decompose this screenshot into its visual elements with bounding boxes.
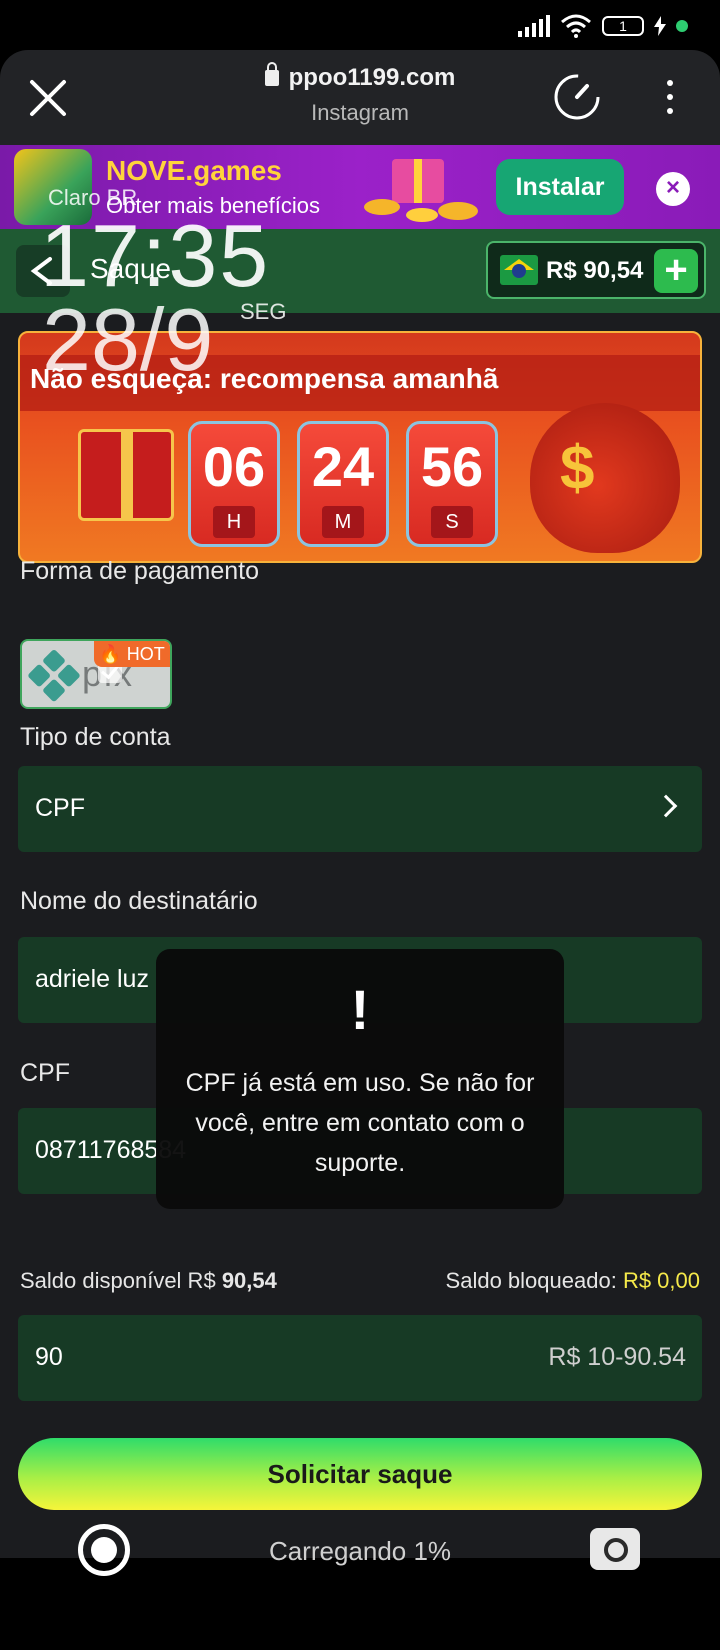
request-withdraw-button[interactable]: Solicitar saque [18,1438,702,1510]
amount-range-hint: R$ 10-90.54 [548,1343,686,1371]
screen-recorder-bar: Carregando 1% [0,1510,720,1586]
deposit-add-button[interactable]: + [654,249,698,293]
countdown-minutes-unit: M [322,506,364,538]
account-type-select[interactable]: CPF [18,766,702,852]
payment-method-label: Forma de pagamento [20,557,260,585]
ad-close-button[interactable]: × [656,172,690,206]
countdown-hours: 06 H [188,421,280,547]
gift-coins-icon [364,159,478,222]
account-type-value: CPF [35,794,85,822]
pix-payment-option[interactable]: pix 🔥 HOT [20,639,172,709]
hot-badge: 🔥 HOT [94,641,170,667]
signal-icon [518,15,550,37]
money-bag-icon [530,403,680,553]
balance-amount: R$ 90,54 [546,257,644,284]
blocked-balance-value: R$ 0,00 [622,1268,700,1293]
source-label: Instagram [311,100,409,125]
recipient-name-label: Nome do destinatário [20,887,258,915]
status-bar: 1 [0,0,720,50]
available-balance-label: Saldo disponível R$ [20,1268,216,1293]
more-menu-icon[interactable] [660,80,680,116]
charging-icon [654,16,666,36]
url-label: ppoo1199.com [288,64,456,91]
gift-box-icon [78,429,174,521]
withdraw-page: Saque R$ 90,54 + Não esqueça: recompensa… [0,185,720,1558]
url-text[interactable]: ppoo1199.com [0,62,720,92]
countdown-hours-unit: H [213,506,255,538]
wifi-icon [561,14,591,38]
warning-icon: ! [350,978,370,1041]
countdown-seconds-value: 56 [420,435,484,498]
lockscreen-date: 28/9 [42,290,214,389]
dollar-sign: $ [560,434,595,503]
browser-bar: ppoo1199.com Instagram [0,50,720,145]
blocked-balance-label: Saldo bloqueado: [445,1268,617,1293]
amount-value: 90 [35,1343,63,1371]
privacy-dot-icon [676,20,688,32]
recipient-name-value: adriele luz [35,965,149,993]
toast-message: CPF já está em uso. Se não for você, ent… [185,1069,535,1177]
countdown-hours-value: 06 [202,435,266,498]
camera-icon[interactable] [590,1528,640,1570]
ad-title: NOVE.games [106,155,282,186]
cpf-label: CPF [20,1059,70,1087]
balance-display: R$ 90,54 + [486,241,706,299]
balance-info-row: Saldo disponível R$ 90,54 Saldo bloquead… [20,1268,700,1294]
lock-icon [264,62,279,86]
speed-icon[interactable] [552,72,602,122]
pix-icon [26,648,83,706]
countdown-minutes-value: 24 [311,435,375,498]
available-balance-value: 90,54 [221,1268,277,1293]
battery-icon: 1 [602,16,644,36]
countdown-seconds-unit: S [431,506,473,538]
error-toast: ! CPF já está em uso. Se não for você, e… [156,949,564,1209]
amount-input[interactable]: 90 R$ 10-90.54 [18,1315,702,1401]
brazil-flag-icon [500,255,538,285]
chevron-right-icon [654,794,678,818]
account-type-label: Tipo de conta [20,723,171,751]
countdown-minutes: 24 M [297,421,389,547]
install-button[interactable]: Instalar [496,159,624,215]
lockscreen-weekday: SEG [240,299,287,324]
countdown-seconds: 56 S [406,421,498,547]
